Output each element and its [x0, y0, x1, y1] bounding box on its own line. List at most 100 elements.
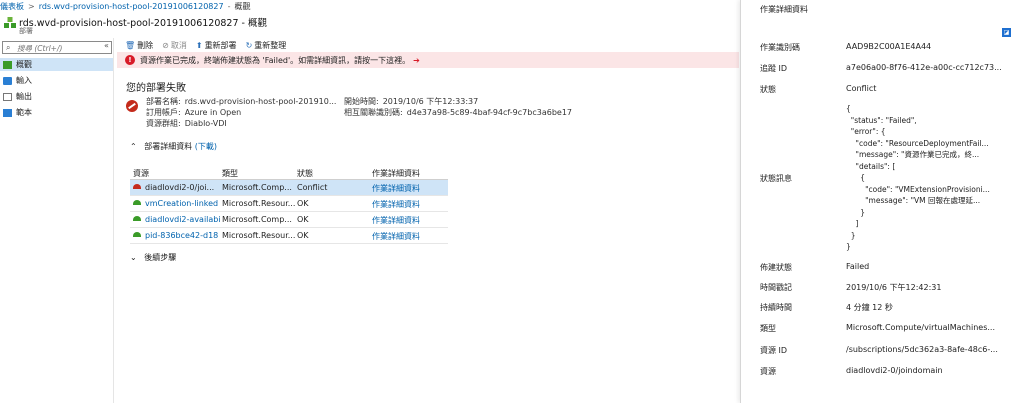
error-banner-text: 資源作業已完成，終端佈建狀態為 'Failed'。如需詳細資訊，請按一下這裡。 [140, 55, 411, 65]
resource-cell[interactable]: diadlovdi2-availabi [133, 215, 224, 224]
operation-details-link[interactable]: 作業詳細資料 [372, 215, 447, 226]
resource-value: diadlovdi2-0/joindomain [846, 366, 943, 375]
download-link[interactable]: (下載) [195, 142, 217, 151]
column-header-status[interactable]: 狀態 [297, 168, 372, 179]
start-time-label: 開始時間: [344, 97, 379, 106]
operation-id-value: AAD9B2C00A1E4A44 [846, 42, 932, 51]
cancel-button[interactable]: ⊘ 取消 [162, 40, 187, 51]
delete-button[interactable]: 🗑 刪除 [125, 40, 153, 51]
error-banner[interactable]: ! 資源作業已完成，終端佈建狀態為 'Failed'。如需詳細資訊，請按一下這裡… [117, 52, 739, 68]
refresh-icon: ↻ [245, 40, 253, 50]
cancel-label: 取消 [170, 40, 187, 50]
subscription-link[interactable]: Azure in Open [185, 108, 242, 117]
operation-details-link[interactable]: 作業詳細資料 [372, 183, 447, 194]
resource-cell[interactable]: pid-836bce42-d18 [133, 231, 224, 240]
menu-item-label: 輸出 [16, 92, 32, 101]
column-header-resource[interactable]: 資源 [133, 168, 224, 179]
deployment-failed-heading: 您的部署失敗 [126, 83, 186, 94]
breadcrumb-resource-link[interactable]: rds.wvd-provision-host-pool-201910061208… [39, 2, 224, 11]
page-subtitle: 部署 [19, 27, 33, 35]
timestamp-value: 2019/10/6 下午12:42:31 [846, 283, 942, 292]
search-box[interactable]: ⌕ [2, 41, 112, 54]
correlation-id-row: 相互關聯識別碼: d4e37a98-5c89-4baf-94cf-9c7bc3a6… [344, 107, 572, 118]
start-time-row: 開始時間: 2019/10/6 下午12:33:37 [344, 96, 478, 107]
resource-cell: diadlovdi2-0/joi... [133, 183, 224, 192]
menu-item-label: 範本 [16, 108, 32, 117]
deployment-details-toggle[interactable]: ⌃ 部署詳細資料 (下載) [130, 141, 217, 152]
redeploy-button[interactable]: ⬆ 重新部署 [196, 40, 237, 51]
table-row[interactable]: vmCreation-linked Microsoft.Resour... OK… [130, 196, 448, 212]
correlation-id-value: d4e37a98-5c89-4baf-94cf-9c7bc3a6be17 [406, 108, 572, 117]
breadcrumb-home-link[interactable]: 儀表板 [0, 1, 24, 12]
status-ok-icon [133, 216, 141, 221]
timestamp-label: 時間戳記 [760, 283, 792, 292]
type-cell: Microsoft.Resour... [222, 231, 295, 240]
failed-icon [126, 100, 138, 112]
refresh-label: 重新整理 [254, 40, 287, 50]
next-steps-label: 後續步驟 [144, 253, 177, 262]
status-label: 狀態 [760, 85, 776, 94]
search-input[interactable] [17, 43, 109, 53]
breadcrumb-separator: - [227, 2, 231, 11]
table-row[interactable]: pid-836bce42-d18 Microsoft.Resour... OK … [130, 228, 448, 244]
resource-id-value: /subscriptions/5dc362a3-8afe-48c6-... [846, 345, 998, 354]
status-ok-icon [133, 200, 141, 205]
collapse-menu-button[interactable]: « [104, 41, 109, 50]
table-row[interactable]: diadlovdi2-0/joi... Microsoft.Comp... Co… [130, 180, 448, 196]
cancel-icon: ⊘ [162, 40, 169, 50]
table-header-row: 資源 類型 狀態 作業詳細資料 [130, 167, 448, 180]
status-message-json: { "status": "Failed", "error": { "code":… [846, 104, 990, 251]
type-cell: Microsoft.Comp... [222, 215, 292, 224]
menu-item-template[interactable]: 範本 [0, 106, 113, 119]
operation-details-link[interactable]: 作業詳細資料 [372, 199, 447, 210]
resource-name: diadlovdi2-availabi [145, 215, 221, 224]
resource-group-row: 資源群組: Diablo-VDI [146, 118, 227, 129]
deployment-name-value: rds.wvd-provision-host-pool-201910... [184, 97, 337, 106]
type-label: 類型 [760, 324, 776, 333]
status-cell: Conflict [297, 183, 328, 192]
trash-icon: 🗑 [125, 40, 136, 50]
breadcrumb-current: 概觀 [234, 2, 251, 11]
menu-item-outputs[interactable]: 輸出 [0, 90, 113, 103]
duration-label: 持續時間 [760, 303, 792, 312]
start-time-value: 2019/10/6 下午12:33:37 [382, 97, 479, 106]
resource-group-label: 資源群組: [146, 119, 181, 128]
page-title: rds.wvd-provision-host-pool-201910061208… [19, 18, 267, 29]
column-header-type[interactable]: 類型 [222, 168, 295, 179]
operation-id-label: 作業識別碼 [760, 43, 800, 52]
menu-item-overview[interactable]: 概觀 [0, 58, 113, 71]
resource-group-link[interactable]: Diablo-VDI [185, 119, 227, 128]
pin-icon[interactable]: ◪ [1002, 28, 1011, 37]
menu-item-inputs[interactable]: 輸入 [0, 74, 113, 87]
tracking-id-label: 追蹤 ID [760, 64, 788, 73]
status-error-icon [133, 184, 141, 189]
subscription-row: 訂用帳戶: Azure in Open [146, 107, 241, 118]
toolbar: 🗑 刪除 ⊘ 取消 ⬆ 重新部署 ↻ 重新整理 [125, 39, 295, 51]
resource-name: pid-836bce42-d18 [145, 231, 219, 240]
breadcrumb: 儀表板 > rds.wvd-provision-host-pool-201910… [0, 0, 740, 13]
redeploy-label: 重新部署 [204, 40, 237, 50]
arrow-right-icon: ➔ [413, 55, 420, 65]
search-icon: ⌕ [6, 43, 11, 52]
type-cell: Microsoft.Resour... [222, 199, 295, 208]
status-ok-icon [133, 232, 141, 237]
table-row[interactable]: diadlovdi2-availabi Microsoft.Comp... OK… [130, 212, 448, 228]
left-menu: ⌕ « 概觀 輸入 輸出 範本 [0, 38, 114, 403]
resource-cell[interactable]: vmCreation-linked [133, 199, 224, 208]
status-message-label: 狀態訊息 [760, 174, 792, 183]
operation-details-link[interactable]: 作業詳細資料 [372, 231, 447, 242]
column-header-operation-details[interactable]: 作業詳細資料 [372, 168, 447, 179]
provisioning-state-label: 佈建狀態 [760, 263, 792, 272]
resource-label: 資源 [760, 367, 776, 376]
panel-title: 作業詳細資料 [760, 5, 808, 14]
resource-name: vmCreation-linked [145, 199, 219, 208]
operations-table: 資源 類型 狀態 作業詳細資料 diadlovdi2-0/joi... Micr… [130, 167, 448, 244]
redeploy-icon: ⬆ [195, 40, 203, 50]
next-steps-toggle[interactable]: ⌄ 後續步驟 [130, 252, 176, 263]
error-icon: ! [125, 55, 135, 65]
breadcrumb-separator: > [28, 2, 35, 11]
resource-id-label: 資源 ID [760, 346, 788, 355]
outputs-icon [3, 92, 12, 101]
refresh-button[interactable]: ↻ 重新整理 [246, 40, 287, 51]
status-cell: OK [297, 199, 309, 208]
